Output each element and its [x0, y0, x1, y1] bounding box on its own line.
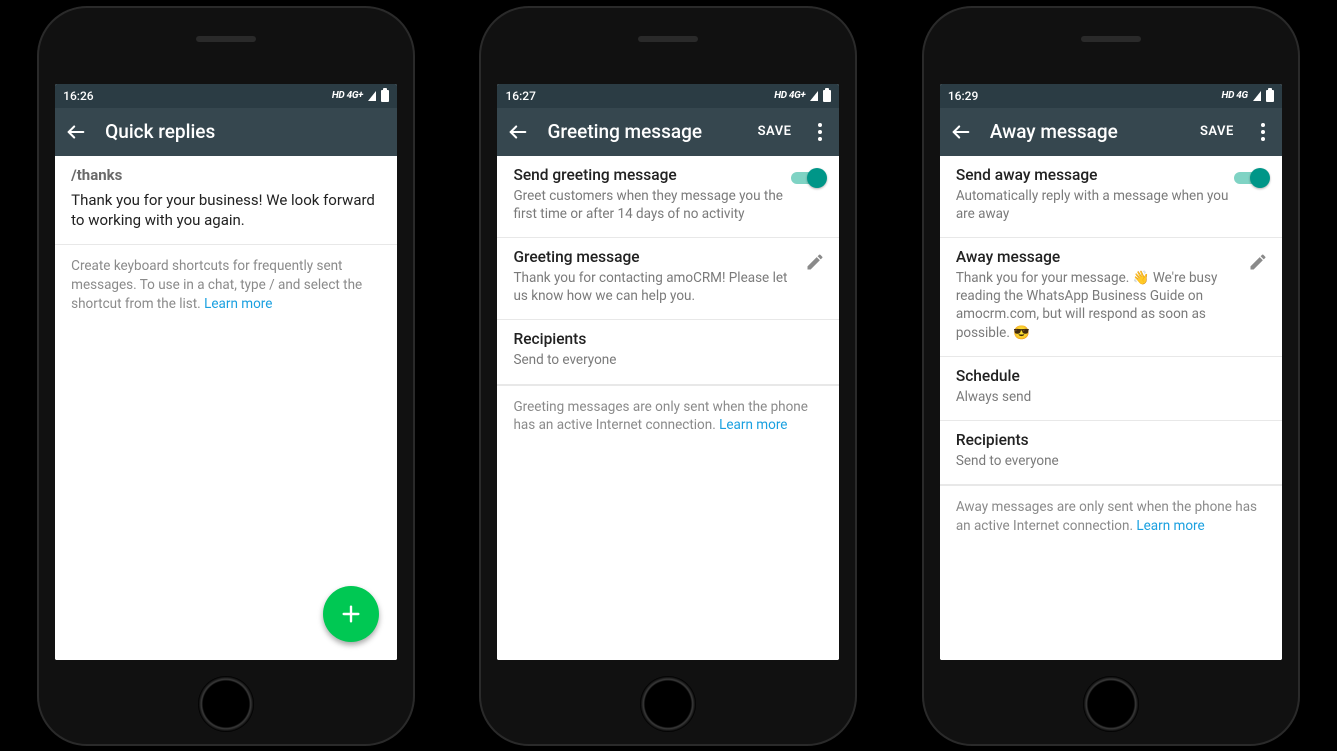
network-indicator: HD 4G [1222, 90, 1248, 101]
save-button[interactable]: SAVE [1198, 118, 1236, 145]
signal-icon [368, 91, 376, 101]
quick-reply-shortcut: /thanks [71, 166, 381, 184]
away-message-row[interactable]: Away message Thank you for your message.… [940, 238, 1282, 357]
phone-speaker [638, 36, 698, 42]
phone-speaker [196, 36, 256, 42]
network-indicator: HD 4G+ [774, 90, 805, 101]
status-time: 16:29 [948, 89, 978, 103]
row-subtitle: Send to everyone [956, 452, 1266, 470]
app-bar: Away message SAVE [940, 108, 1282, 156]
schedule-row[interactable]: Schedule Always send [940, 357, 1282, 421]
more-menu-button[interactable] [1254, 117, 1272, 147]
phone-greeting-message: 16:27 HD 4G+ Greeting message SAVE Send … [479, 6, 857, 746]
status-bar: 16:29 HD 4G [940, 84, 1282, 108]
status-bar: 16:26 HD 4G+ [55, 84, 397, 108]
hint-text: Away messages are only sent when the pho… [940, 485, 1282, 548]
recipients-row[interactable]: Recipients Send to everyone [497, 320, 839, 384]
arrow-left-icon [507, 121, 529, 143]
home-button[interactable] [1083, 676, 1139, 732]
send-away-toggle-row[interactable]: Send away message Automatically reply wi… [940, 156, 1282, 238]
phone-quick-replies: 16:26 HD 4G+ Quick replies /thanks Thank… [37, 6, 415, 746]
battery-icon [823, 90, 831, 102]
status-right: HD 4G+ [774, 90, 831, 102]
phone-speaker [1081, 36, 1141, 42]
pencil-icon [805, 252, 825, 272]
edit-away-button[interactable] [1248, 252, 1268, 276]
more-menu-button[interactable] [811, 117, 829, 147]
app-bar: Quick replies [55, 108, 397, 156]
row-title: Greeting message [513, 248, 823, 266]
hint-body: Away messages are only sent when the pho… [956, 499, 1257, 534]
pencil-icon [1248, 252, 1268, 272]
status-bar: 16:27 HD 4G+ [497, 84, 839, 108]
phone-away-message: 16:29 HD 4G Away message SAVE Send away … [922, 6, 1300, 746]
screen: 16:29 HD 4G Away message SAVE Send away … [940, 84, 1282, 660]
back-button[interactable] [950, 121, 972, 143]
row-title: Recipients [513, 330, 823, 348]
page-title: Greeting message [547, 120, 737, 143]
back-button[interactable] [507, 121, 529, 143]
status-time: 16:27 [505, 89, 535, 103]
home-button[interactable] [640, 676, 696, 732]
arrow-left-icon [65, 121, 87, 143]
content: /thanks Thank you for your business! We … [55, 156, 397, 660]
plus-icon [340, 603, 362, 625]
row-subtitle: Always send [956, 388, 1266, 406]
status-time: 16:26 [63, 89, 93, 103]
page-title: Quick replies [105, 120, 387, 143]
status-right: HD 4G+ [332, 90, 389, 102]
greeting-toggle[interactable] [791, 168, 825, 188]
signal-icon [810, 91, 818, 101]
recipients-row[interactable]: Recipients Send to everyone [940, 421, 1282, 485]
send-greeting-toggle-row[interactable]: Send greeting message Greet customers wh… [497, 156, 839, 238]
row-subtitle: Greet customers when they message you th… [513, 187, 823, 223]
add-quick-reply-button[interactable] [323, 586, 379, 642]
hint-text: Greeting messages are only sent when the… [497, 385, 839, 448]
quick-reply-message: Thank you for your business! We look for… [71, 190, 381, 231]
back-button[interactable] [65, 121, 87, 143]
learn-more-link[interactable]: Learn more [719, 417, 787, 433]
status-right: HD 4G [1222, 90, 1274, 102]
toggle-thumb [1250, 168, 1270, 188]
toggle-thumb [807, 168, 827, 188]
screen: 16:26 HD 4G+ Quick replies /thanks Thank… [55, 84, 397, 660]
edit-greeting-button[interactable] [805, 252, 825, 276]
row-title: Send greeting message [513, 166, 823, 184]
battery-icon [381, 90, 389, 102]
learn-more-link[interactable]: Learn more [1136, 518, 1204, 534]
page-title: Away message [990, 120, 1180, 143]
home-button[interactable] [198, 676, 254, 732]
row-subtitle: Thank you for contacting amoCRM! Please … [513, 269, 823, 305]
network-indicator: HD 4G+ [332, 90, 363, 101]
row-title: Schedule [956, 367, 1266, 385]
row-subtitle: Thank you for your message. 👋 We're busy… [956, 269, 1266, 342]
save-button[interactable]: SAVE [756, 118, 794, 145]
row-title: Send away message [956, 166, 1266, 184]
screen: 16:27 HD 4G+ Greeting message SAVE Send … [497, 84, 839, 660]
content: Send greeting message Greet customers wh… [497, 156, 839, 660]
row-title: Recipients [956, 431, 1266, 449]
row-subtitle: Send to everyone [513, 351, 823, 369]
away-toggle[interactable] [1234, 168, 1268, 188]
learn-more-link[interactable]: Learn more [204, 296, 272, 312]
app-bar: Greeting message SAVE [497, 108, 839, 156]
quick-reply-item[interactable]: /thanks Thank you for your business! We … [55, 156, 397, 246]
hint-text: Create keyboard shortcuts for frequently… [55, 245, 397, 326]
battery-icon [1266, 90, 1274, 102]
arrow-left-icon [950, 121, 972, 143]
row-subtitle: Automatically reply with a message when … [956, 187, 1266, 223]
row-title: Away message [956, 248, 1266, 266]
greeting-message-row[interactable]: Greeting message Thank you for contactin… [497, 238, 839, 320]
signal-icon [1253, 91, 1261, 101]
content: Send away message Automatically reply wi… [940, 156, 1282, 660]
